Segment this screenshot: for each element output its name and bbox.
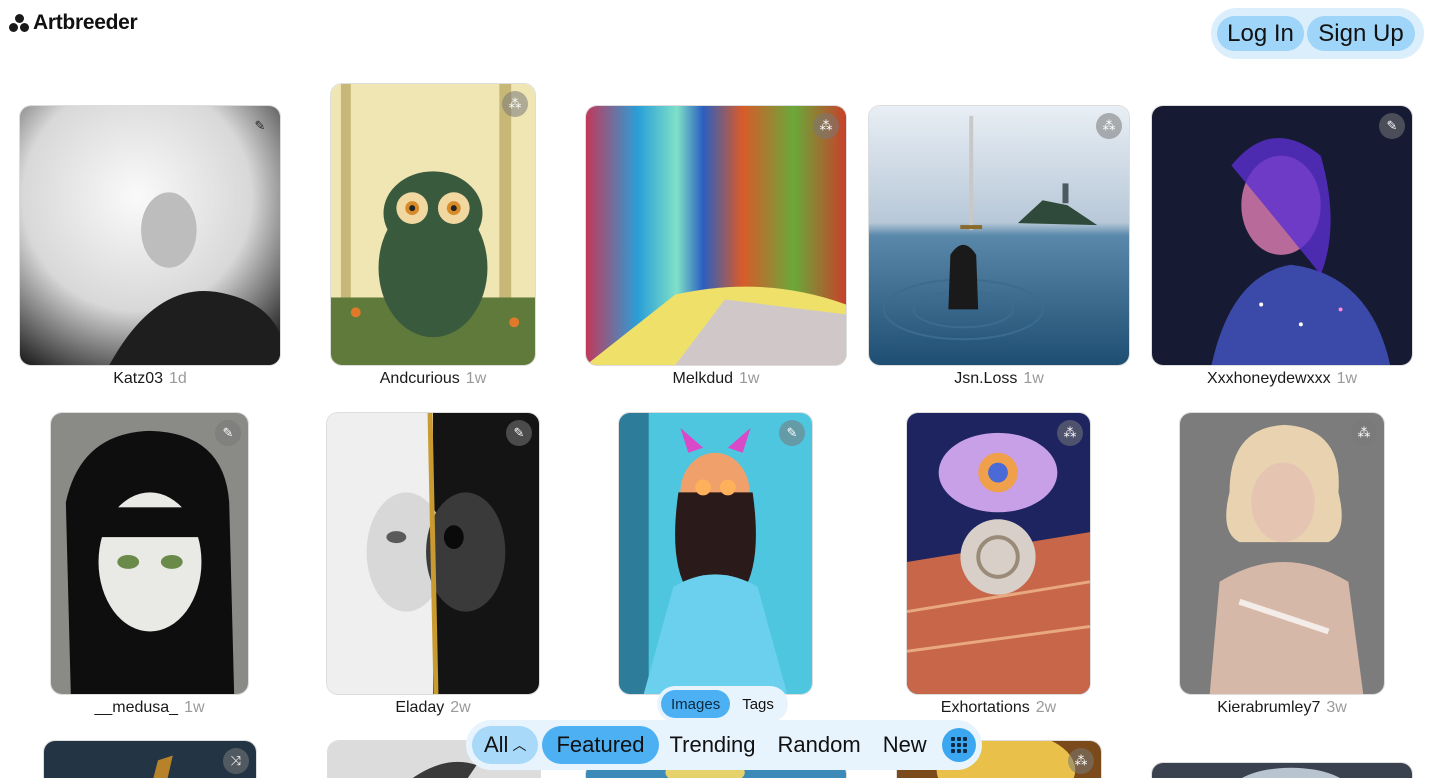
card-username[interactable]: Katz03 — [113, 370, 163, 387]
shuffle-icon[interactable]: ⤨ — [223, 748, 249, 774]
gallery-card[interactable]: ✎ Katz03 1d — [19, 105, 281, 390]
card-age: 1d — [169, 370, 187, 387]
artwork-image[interactable] — [906, 412, 1091, 695]
artwork-image[interactable] — [585, 105, 847, 366]
artwork-image[interactable] — [50, 412, 249, 695]
artwork-image[interactable] — [326, 412, 540, 695]
tab-random[interactable]: Random — [767, 726, 872, 764]
gallery-card[interactable] — [1151, 762, 1413, 778]
gallery-card[interactable]: ⁂ Kierabrumley7 3w — [1179, 412, 1385, 719]
edit-icon[interactable]: ✎ — [247, 113, 273, 139]
artwork-image[interactable] — [1151, 762, 1413, 778]
artwork-image[interactable] — [618, 412, 813, 695]
gallery-card[interactable]: ⁂ Andcurious 1w — [330, 83, 536, 390]
grid-icon — [950, 737, 967, 753]
auth-buttons: Log In Sign Up — [1211, 8, 1424, 59]
all-filter-label: All — [484, 732, 509, 757]
dna-icon[interactable]: ⁂ — [1057, 420, 1083, 446]
content-type-tabs: Images Tags — [657, 686, 788, 722]
edit-icon[interactable]: ✎ — [506, 420, 532, 446]
dna-icon[interactable]: ⁂ — [813, 113, 839, 139]
dna-icon[interactable]: ⁂ — [1068, 748, 1094, 774]
feed-nav: All ︿ Featured Trending Random New — [466, 720, 982, 770]
gallery-card[interactable]: ✎ __medusa_ 1w — [50, 412, 249, 719]
card-age: 1w — [1023, 370, 1044, 387]
artwork-image[interactable] — [868, 105, 1130, 366]
gallery-card[interactable]: ✎ Xxxhoneydewxxx 1w — [1151, 105, 1413, 390]
artwork-image[interactable] — [1179, 412, 1385, 695]
card-username[interactable]: Melkdud — [673, 370, 733, 387]
card-age: 2w — [450, 699, 471, 716]
edit-icon[interactable]: ✎ — [779, 420, 805, 446]
card-username[interactable]: Jsn.Loss — [954, 370, 1017, 387]
chevron-up-icon: ︿ — [512, 737, 527, 753]
card-username[interactable]: Kierabrumley7 — [1217, 699, 1320, 716]
tab-tags[interactable]: Tags — [732, 690, 784, 718]
tab-new[interactable]: New — [872, 726, 938, 764]
card-age: 1w — [1336, 370, 1358, 387]
card-age: 1w — [739, 370, 760, 387]
logo-text: Artbreeder — [33, 11, 138, 34]
gallery-card[interactable]: ⁂ Jsn.Loss 1w — [868, 105, 1130, 390]
dna-icon[interactable]: ⁂ — [1096, 113, 1122, 139]
card-username[interactable]: __medusa_ — [94, 699, 178, 716]
gallery-card[interactable]: ⁂ Melkdud 1w — [585, 105, 847, 390]
artwork-image[interactable] — [330, 83, 536, 366]
gallery-card[interactable]: ✎ Eladay 2w — [326, 412, 540, 719]
card-username[interactable]: Exhortations — [941, 699, 1030, 716]
all-filter-button[interactable]: All ︿ — [472, 726, 539, 764]
card-username[interactable]: Eladay — [395, 699, 444, 716]
card-age: 1w — [184, 699, 205, 716]
grid-view-button[interactable] — [941, 728, 976, 762]
tab-trending[interactable]: Trending — [659, 726, 767, 764]
artwork-image[interactable] — [19, 105, 281, 366]
card-age: 2w — [1035, 699, 1057, 716]
dna-icon[interactable]: ⁂ — [502, 91, 528, 117]
artwork-image[interactable] — [1151, 105, 1413, 366]
edit-icon[interactable]: ✎ — [1379, 113, 1405, 139]
signup-button[interactable]: Sign Up — [1307, 16, 1415, 51]
login-button[interactable]: Log In — [1217, 16, 1304, 51]
gallery-card[interactable]: ✎ — [618, 412, 813, 695]
gallery-card[interactable]: ⤨ — [43, 740, 257, 778]
gallery-card[interactable]: ⁂ Exhortations 2w — [906, 412, 1091, 719]
dna-icon[interactable]: ⁂ — [1351, 420, 1377, 446]
edit-icon[interactable]: ✎ — [215, 420, 241, 446]
card-username[interactable]: Andcurious — [380, 370, 460, 387]
logo[interactable]: Artbreeder — [8, 11, 138, 35]
card-age: 3w — [1326, 699, 1347, 716]
card-age: 1w — [465, 370, 487, 387]
tab-featured[interactable]: Featured — [542, 726, 659, 764]
card-username[interactable]: Xxxhoneydewxxx — [1207, 370, 1331, 387]
tab-images[interactable]: Images — [661, 690, 731, 718]
logo-icon — [8, 12, 30, 34]
